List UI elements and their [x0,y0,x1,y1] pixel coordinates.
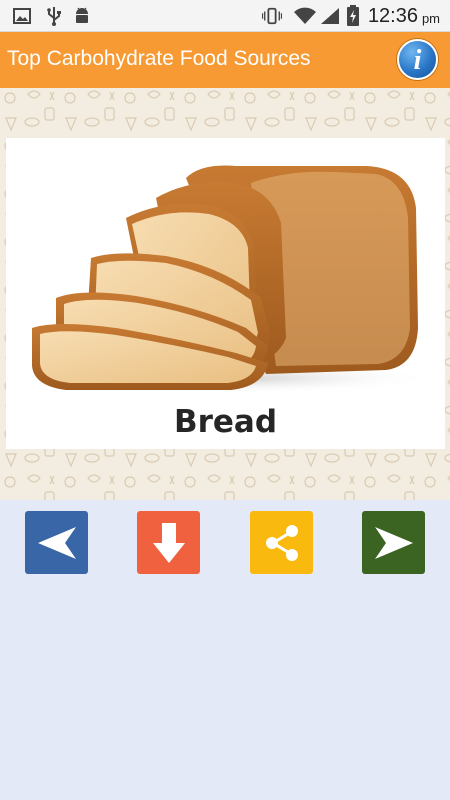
wifi-icon [293,6,317,26]
image-icon [12,6,32,26]
android-icon [72,6,92,26]
app-bar: Top Carbohydrate Food Sources i [0,32,450,88]
next-button[interactable] [362,511,425,574]
bread-loaf-image [32,165,436,394]
food-card: Bread [6,138,445,449]
download-icon [152,522,185,563]
status-bar: 12:36 pm [0,0,450,32]
info-button[interactable]: i [397,39,438,80]
battery-icon [343,5,363,26]
signal-icon [320,6,340,26]
download-button[interactable] [137,511,200,574]
share-icon [265,524,298,561]
food-name-label: Bread [173,404,278,440]
arrow-left-icon [37,526,76,559]
arrow-right-icon [374,526,413,559]
vibrate-icon [262,6,282,26]
food-pattern-background: Bread [0,88,450,500]
usb-icon [44,6,64,26]
previous-button[interactable] [25,511,88,574]
app-title: Top Carbohydrate Food Sources [7,47,311,70]
clock-time: 12:36 [367,5,418,27]
share-button[interactable] [250,511,313,574]
info-icon: i [413,44,422,76]
clock-ampm: pm [421,11,440,26]
